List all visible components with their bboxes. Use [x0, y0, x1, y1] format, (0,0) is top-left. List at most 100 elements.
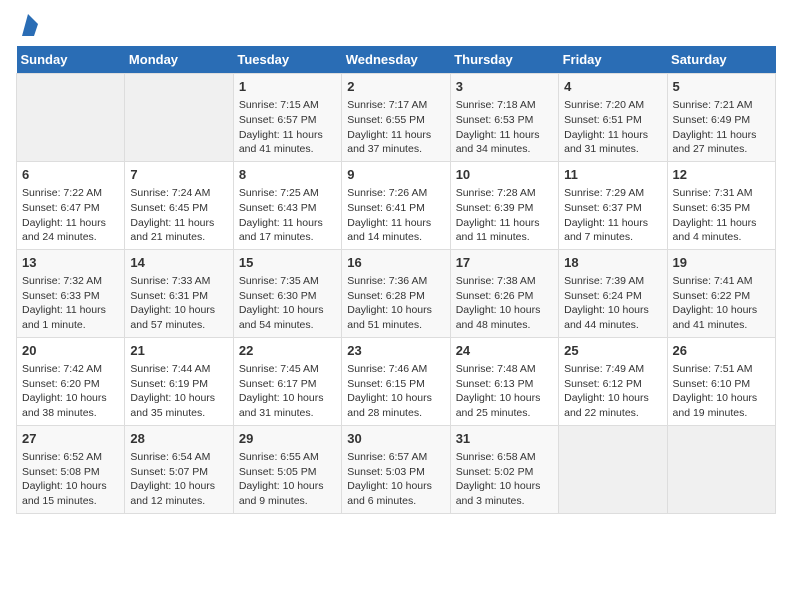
cell-info: Sunrise: 7:49 AMSunset: 6:12 PMDaylight:… — [564, 362, 661, 421]
cell-info: Sunrise: 7:48 AMSunset: 6:13 PMDaylight:… — [456, 362, 553, 421]
day-number: 6 — [22, 166, 119, 184]
calendar-cell — [125, 74, 233, 162]
col-header-sunday: Sunday — [17, 46, 125, 74]
day-number: 11 — [564, 166, 661, 184]
calendar-cell: 2 Sunrise: 7:17 AMSunset: 6:55 PMDaylight… — [342, 74, 450, 162]
calendar-cell: 6Sunrise: 7:22 AMSunset: 6:47 PMDaylight… — [17, 161, 125, 249]
calendar-cell: 17 Sunrise: 7:38 AMSunset: 6:26 PMDayligh… — [450, 249, 558, 337]
cell-info: Sunrise: 6:57 AMSunset: 5:03 PMDaylight:… — [347, 450, 444, 509]
cell-info: Sunrise: 7:20 AMSunset: 6:51 PMDaylight:… — [564, 98, 661, 157]
week-row-4: 20 Sunrise: 7:42 AMSunset: 6:20 PMDayligh… — [17, 337, 776, 425]
calendar-cell: 26 Sunrise: 7:51 AMSunset: 6:10 PMDayligh… — [667, 337, 775, 425]
cell-info: Sunrise: 7:51 AMSunset: 6:10 PMDaylight:… — [673, 362, 770, 421]
calendar-cell: 18Sunrise: 7:39 AMSunset: 6:24 PMDayligh… — [559, 249, 667, 337]
calendar-cell: 3 Sunrise: 7:18 AMSunset: 6:53 PMDaylight… — [450, 74, 558, 162]
calendar-cell: 30 Sunrise: 6:57 AMSunset: 5:03 PMDayligh… — [342, 425, 450, 513]
calendar-cell: 13 Sunrise: 7:32 AMSunset: 6:33 PMDayligh… — [17, 249, 125, 337]
cell-info: Sunrise: 7:17 AMSunset: 6:55 PMDaylight:… — [347, 98, 444, 157]
day-number: 26 — [673, 342, 770, 360]
day-number: 22 — [239, 342, 336, 360]
week-row-1: 1 Sunrise: 7:15 AMSunset: 6:57 PMDaylight… — [17, 74, 776, 162]
cell-info: Sunrise: 6:54 AMSunset: 5:07 PMDaylight:… — [130, 450, 227, 509]
day-number: 1 — [239, 78, 336, 96]
calendar-cell: 20 Sunrise: 7:42 AMSunset: 6:20 PMDayligh… — [17, 337, 125, 425]
cell-info: Sunrise: 7:38 AMSunset: 6:26 PMDaylight:… — [456, 274, 553, 333]
col-header-wednesday: Wednesday — [342, 46, 450, 74]
cell-info: Sunrise: 7:26 AMSunset: 6:41 PMDaylight:… — [347, 186, 444, 245]
day-number: 4 — [564, 78, 661, 96]
cell-info: Sunrise: 7:46 AMSunset: 6:15 PMDaylight:… — [347, 362, 444, 421]
calendar-header-row: SundayMondayTuesdayWednesdayThursdayFrid… — [17, 46, 776, 74]
week-row-5: 27Sunrise: 6:52 AMSunset: 5:08 PMDayligh… — [17, 425, 776, 513]
calendar-cell: 4 Sunrise: 7:20 AMSunset: 6:51 PMDaylight… — [559, 74, 667, 162]
logo-arrow-icon — [18, 14, 38, 36]
calendar-table: SundayMondayTuesdayWednesdayThursdayFrid… — [16, 46, 776, 514]
calendar-cell: 1 Sunrise: 7:15 AMSunset: 6:57 PMDaylight… — [233, 74, 341, 162]
calendar-cell: 5Sunrise: 7:21 AMSunset: 6:49 PMDaylight… — [667, 74, 775, 162]
cell-info: Sunrise: 7:44 AMSunset: 6:19 PMDaylight:… — [130, 362, 227, 421]
day-number: 17 — [456, 254, 553, 272]
cell-info: Sunrise: 7:35 AMSunset: 6:30 PMDaylight:… — [239, 274, 336, 333]
week-row-3: 13 Sunrise: 7:32 AMSunset: 6:33 PMDayligh… — [17, 249, 776, 337]
cell-info: Sunrise: 7:25 AMSunset: 6:43 PMDaylight:… — [239, 186, 336, 245]
cell-info: Sunrise: 7:45 AMSunset: 6:17 PMDaylight:… — [239, 362, 336, 421]
day-number: 20 — [22, 342, 119, 360]
day-number: 27 — [22, 430, 119, 448]
calendar-cell — [667, 425, 775, 513]
day-number: 8 — [239, 166, 336, 184]
col-header-saturday: Saturday — [667, 46, 775, 74]
calendar-cell: 28 Sunrise: 6:54 AMSunset: 5:07 PMDayligh… — [125, 425, 233, 513]
calendar-cell: 24 Sunrise: 7:48 AMSunset: 6:13 PMDayligh… — [450, 337, 558, 425]
col-header-tuesday: Tuesday — [233, 46, 341, 74]
calendar-cell: 11 Sunrise: 7:29 AMSunset: 6:37 PMDayligh… — [559, 161, 667, 249]
day-number: 21 — [130, 342, 227, 360]
day-number: 10 — [456, 166, 553, 184]
calendar-cell: 27Sunrise: 6:52 AMSunset: 5:08 PMDayligh… — [17, 425, 125, 513]
cell-info: Sunrise: 7:33 AMSunset: 6:31 PMDaylight:… — [130, 274, 227, 333]
calendar-cell: 23 Sunrise: 7:46 AMSunset: 6:15 PMDayligh… — [342, 337, 450, 425]
calendar-cell: 19Sunrise: 7:41 AMSunset: 6:22 PMDayligh… — [667, 249, 775, 337]
cell-info: Sunrise: 7:18 AMSunset: 6:53 PMDaylight:… — [456, 98, 553, 157]
calendar-cell — [559, 425, 667, 513]
col-header-thursday: Thursday — [450, 46, 558, 74]
cell-info: Sunrise: 7:28 AMSunset: 6:39 PMDaylight:… — [456, 186, 553, 245]
calendar-cell: 21 Sunrise: 7:44 AMSunset: 6:19 PMDayligh… — [125, 337, 233, 425]
day-number: 9 — [347, 166, 444, 184]
cell-info: Sunrise: 7:32 AMSunset: 6:33 PMDaylight:… — [22, 274, 119, 333]
col-header-monday: Monday — [125, 46, 233, 74]
cell-info: Sunrise: 7:41 AMSunset: 6:22 PMDaylight:… — [673, 274, 770, 333]
day-number: 18 — [564, 254, 661, 272]
day-number: 28 — [130, 430, 227, 448]
day-number: 30 — [347, 430, 444, 448]
week-row-2: 6Sunrise: 7:22 AMSunset: 6:47 PMDaylight… — [17, 161, 776, 249]
cell-info: Sunrise: 7:15 AMSunset: 6:57 PMDaylight:… — [239, 98, 336, 157]
cell-info: Sunrise: 6:55 AMSunset: 5:05 PMDaylight:… — [239, 450, 336, 509]
cell-info: Sunrise: 7:31 AMSunset: 6:35 PMDaylight:… — [673, 186, 770, 245]
day-number: 25 — [564, 342, 661, 360]
calendar-cell: 25 Sunrise: 7:49 AMSunset: 6:12 PMDayligh… — [559, 337, 667, 425]
day-number: 14 — [130, 254, 227, 272]
calendar-cell: 15Sunrise: 7:35 AMSunset: 6:30 PMDayligh… — [233, 249, 341, 337]
day-number: 5 — [673, 78, 770, 96]
day-number: 24 — [456, 342, 553, 360]
cell-info: Sunrise: 7:36 AMSunset: 6:28 PMDaylight:… — [347, 274, 444, 333]
calendar-cell: 12Sunrise: 7:31 AMSunset: 6:35 PMDayligh… — [667, 161, 775, 249]
cell-info: Sunrise: 7:29 AMSunset: 6:37 PMDaylight:… — [564, 186, 661, 245]
day-number: 3 — [456, 78, 553, 96]
calendar-cell: 7 Sunrise: 7:24 AMSunset: 6:45 PMDaylight… — [125, 161, 233, 249]
calendar-cell: 14 Sunrise: 7:33 AMSunset: 6:31 PMDayligh… — [125, 249, 233, 337]
day-number: 2 — [347, 78, 444, 96]
day-number: 16 — [347, 254, 444, 272]
day-number: 13 — [22, 254, 119, 272]
col-header-friday: Friday — [559, 46, 667, 74]
calendar-cell — [17, 74, 125, 162]
calendar-cell: 16 Sunrise: 7:36 AMSunset: 6:28 PMDayligh… — [342, 249, 450, 337]
day-number: 31 — [456, 430, 553, 448]
cell-info: Sunrise: 6:58 AMSunset: 5:02 PMDaylight:… — [456, 450, 553, 509]
day-number: 29 — [239, 430, 336, 448]
page-header — [16, 16, 776, 36]
cell-info: Sunrise: 7:24 AMSunset: 6:45 PMDaylight:… — [130, 186, 227, 245]
day-number: 23 — [347, 342, 444, 360]
cell-info: Sunrise: 7:42 AMSunset: 6:20 PMDaylight:… — [22, 362, 119, 421]
day-number: 7 — [130, 166, 227, 184]
